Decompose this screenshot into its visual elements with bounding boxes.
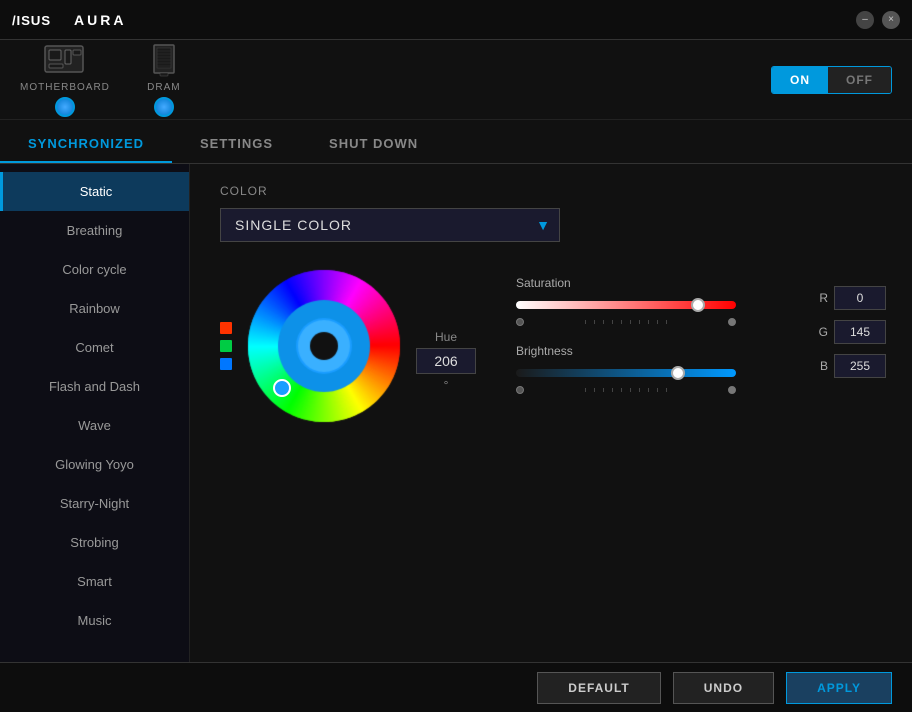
main-content: Static Breathing Color cycle Rainbow Com… (0, 164, 912, 662)
app-title: AURA (74, 12, 126, 28)
sidebar-item-starry-night[interactable]: Starry-Night (0, 484, 189, 523)
close-button[interactable]: × (882, 11, 900, 29)
swatch-red[interactable] (220, 322, 232, 334)
sidebar-item-smart[interactable]: Smart (0, 562, 189, 601)
swatch-blue[interactable] (220, 358, 232, 370)
brightness-label: Brightness (516, 344, 796, 358)
svg-text:/ISUS: /ISUS (12, 13, 51, 28)
sidebar-item-static[interactable]: Static (0, 172, 189, 211)
saturation-min-dot (516, 318, 524, 326)
content-area: COLOR SINGLE COLOR CUSTOM ▼ (190, 164, 912, 662)
sidebar-item-strobing[interactable]: Strobing (0, 523, 189, 562)
saturation-endpoints (516, 318, 736, 326)
tab-shutdown[interactable]: SHUT DOWN (301, 126, 446, 163)
motherboard-icon (41, 42, 89, 78)
saturation-max-dot (728, 318, 736, 326)
brightness-endpoints (516, 386, 736, 394)
toggle-on-button[interactable]: ON (772, 67, 828, 93)
device-bar: MOTHERBOARD DRAM ON OFF (0, 40, 912, 120)
minimize-button[interactable]: – (856, 11, 874, 29)
device-motherboard[interactable]: MOTHERBOARD (20, 42, 110, 117)
motherboard-indicator (55, 97, 75, 117)
brightness-max-dot (728, 386, 736, 394)
hue-unit: ° (444, 378, 449, 392)
hue-section: Hue 206 ° (416, 330, 476, 392)
color-section-label: COLOR (220, 184, 882, 198)
brightness-slider[interactable] (516, 369, 736, 377)
color-mode-dropdown-wrapper: SINGLE COLOR CUSTOM ▼ (220, 208, 560, 242)
device-dram[interactable]: DRAM (140, 42, 188, 117)
color-picker-area: Hue 206 ° Saturation (220, 266, 882, 426)
tab-settings[interactable]: SETTINGS (172, 126, 301, 163)
rgb-r-row: R (816, 286, 886, 310)
color-wheel[interactable] (244, 266, 404, 426)
brightness-min-dot (516, 386, 524, 394)
r-label: R (816, 291, 828, 305)
app-logo: /ISUS AURA (12, 9, 126, 31)
sidebar-item-breathing[interactable]: Breathing (0, 211, 189, 250)
motherboard-label: MOTHERBOARD (20, 82, 110, 93)
undo-button[interactable]: UNDO (673, 672, 774, 704)
r-input[interactable] (834, 286, 886, 310)
swatch-green[interactable] (220, 340, 232, 352)
color-wheel-section: Hue 206 ° (220, 266, 476, 426)
sidebar-item-color-cycle[interactable]: Color cycle (0, 250, 189, 289)
power-toggle[interactable]: ON OFF (771, 66, 892, 94)
g-input[interactable] (834, 320, 886, 344)
rgb-inputs: R G B (816, 286, 886, 378)
b-input[interactable] (834, 354, 886, 378)
dram-label: DRAM (147, 82, 180, 93)
titlebar: /ISUS AURA – × (0, 0, 912, 40)
sidebar-item-music[interactable]: Music (0, 601, 189, 640)
saturation-group: Saturation (516, 276, 796, 326)
apply-button[interactable]: APPLY (786, 672, 892, 704)
saturation-slider[interactable] (516, 301, 736, 309)
g-label: G (816, 325, 828, 339)
sidebar-item-rainbow[interactable]: Rainbow (0, 289, 189, 328)
tab-synchronized[interactable]: SYNCHRONIZED (0, 126, 172, 163)
footer: DEFAULT UNDO APPLY (0, 662, 912, 712)
sidebar-item-wave[interactable]: Wave (0, 406, 189, 445)
sidebar-item-glowing-yoyo[interactable]: Glowing Yoyo (0, 445, 189, 484)
nav-tabs: SYNCHRONIZED SETTINGS SHUT DOWN (0, 120, 912, 164)
right-panel: Saturation (516, 276, 886, 412)
sidebar-item-flash-and-dash[interactable]: Flash and Dash (0, 367, 189, 406)
default-button[interactable]: DEFAULT (537, 672, 660, 704)
sliders-section: Saturation (516, 276, 796, 412)
color-mode-select[interactable]: SINGLE COLOR CUSTOM (220, 208, 560, 242)
toggle-off-button[interactable]: OFF (828, 67, 891, 93)
b-label: B (816, 359, 828, 373)
dram-indicator (154, 97, 174, 117)
rgb-b-row: B (816, 354, 886, 378)
rgb-g-row: G (816, 320, 886, 344)
hue-input[interactable]: 206 (416, 348, 476, 374)
hue-label: Hue (435, 330, 457, 344)
sidebar-item-comet[interactable]: Comet (0, 328, 189, 367)
sidebar: Static Breathing Color cycle Rainbow Com… (0, 164, 190, 662)
color-wheel-handle[interactable] (274, 380, 290, 396)
color-swatches (220, 322, 232, 370)
saturation-label: Saturation (516, 276, 796, 290)
window-controls: – × (856, 11, 900, 29)
brightness-group: Brightness (516, 344, 796, 394)
asus-logo-icon: /ISUS (12, 9, 62, 31)
dram-icon (140, 42, 188, 78)
color-wheel-svg (244, 266, 404, 426)
